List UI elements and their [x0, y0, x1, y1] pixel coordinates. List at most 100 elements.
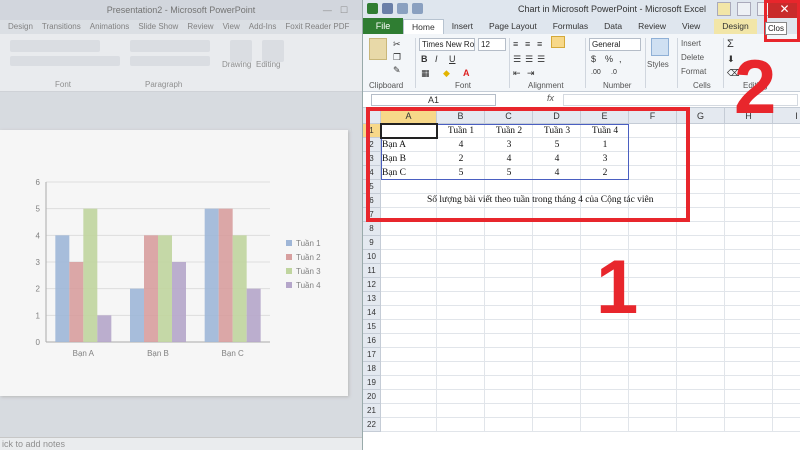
grid-cell[interactable] — [437, 222, 485, 236]
grid-cell[interactable] — [773, 138, 800, 152]
bar[interactable] — [158, 235, 172, 342]
grid-cell[interactable] — [533, 320, 581, 334]
grid-cell[interactable] — [533, 404, 581, 418]
row-header[interactable]: 17 — [363, 348, 381, 362]
grid-cell[interactable] — [581, 404, 629, 418]
redo-icon[interactable] — [412, 3, 423, 14]
row-header[interactable]: 16 — [363, 334, 381, 348]
cut-icon[interactable]: ✂ — [393, 38, 401, 50]
underline-icon[interactable]: U — [449, 53, 456, 65]
notes-pane[interactable]: ick to add notes — [0, 437, 362, 450]
increase-decimal-icon[interactable]: .00 — [591, 67, 601, 79]
grid-cell[interactable] — [581, 222, 629, 236]
grid-cell[interactable] — [485, 306, 533, 320]
grid-cell[interactable] — [725, 264, 773, 278]
bar[interactable] — [130, 288, 144, 342]
align-center-icon[interactable]: ☰ — [525, 53, 533, 65]
insert-function-icon[interactable]: fx — [547, 93, 554, 103]
grid-cell[interactable] — [677, 250, 725, 264]
ppt-tab-4[interactable]: Review — [187, 20, 213, 34]
grid-cell[interactable] — [773, 306, 800, 320]
save-icon[interactable] — [382, 3, 393, 14]
grid-cell[interactable] — [725, 390, 773, 404]
grid-cell[interactable] — [485, 390, 533, 404]
grid-cell[interactable] — [677, 376, 725, 390]
row-header[interactable]: 13 — [363, 292, 381, 306]
styles-icon[interactable] — [651, 38, 669, 56]
grid-cell[interactable] — [437, 362, 485, 376]
grid-cell[interactable] — [533, 264, 581, 278]
grid-cell[interactable] — [725, 208, 773, 222]
align-left-icon[interactable]: ☰ — [513, 53, 521, 65]
grid-cell[interactable] — [533, 362, 581, 376]
grid-cell[interactable] — [533, 250, 581, 264]
grid-cell[interactable] — [581, 348, 629, 362]
bar[interactable] — [246, 288, 261, 342]
font-format-buttons[interactable] — [10, 56, 120, 66]
row-header[interactable]: 8 — [363, 222, 381, 236]
grid-cell[interactable] — [381, 278, 437, 292]
row-header[interactable]: 19 — [363, 376, 381, 390]
grid-cell[interactable] — [381, 390, 437, 404]
grid-cell[interactable] — [629, 376, 677, 390]
grid-cell[interactable] — [773, 180, 800, 194]
grid-cell[interactable] — [381, 334, 437, 348]
grid-cell[interactable] — [677, 320, 725, 334]
row-header[interactable]: 20 — [363, 390, 381, 404]
grid-cell[interactable] — [437, 306, 485, 320]
grid-cell[interactable] — [677, 222, 725, 236]
row-header[interactable]: 10 — [363, 250, 381, 264]
grid-cell[interactable] — [629, 348, 677, 362]
insert-cells-button[interactable]: Insert — [681, 39, 701, 48]
grid-cell[interactable] — [581, 334, 629, 348]
bar[interactable] — [232, 235, 247, 342]
grid-cell[interactable] — [773, 124, 800, 138]
grid-cell[interactable] — [773, 250, 800, 264]
grid-cell[interactable] — [485, 348, 533, 362]
ppt-tab-3[interactable]: Slide Show — [138, 20, 178, 34]
grid-cell[interactable] — [725, 362, 773, 376]
grid-cell[interactable] — [533, 418, 581, 432]
ppt-tab-0[interactable]: Design — [8, 20, 33, 34]
grid-cell[interactable] — [629, 334, 677, 348]
excel-tab-home[interactable]: Home — [403, 19, 444, 34]
format-painter-icon[interactable]: ✎ — [393, 64, 401, 76]
align-middle-icon[interactable]: ≡ — [525, 38, 530, 50]
outdent-icon[interactable]: ⇥ — [527, 67, 535, 79]
comma-icon[interactable]: , — [619, 53, 622, 65]
grid-cell[interactable] — [629, 222, 677, 236]
align-bottom-icon[interactable]: ≡ — [537, 38, 542, 50]
grid-cell[interactable] — [381, 348, 437, 362]
grid-cell[interactable] — [773, 404, 800, 418]
alignment-buttons[interactable] — [130, 56, 210, 66]
column-chart[interactable]: 0 1 2 3 4 5 6 Bạn A Bạn B Bạn C Tuần 1 Tuần 2 Tuần 3… — [0, 130, 348, 396]
grid-cell[interactable] — [677, 236, 725, 250]
column-header[interactable]: I — [773, 108, 800, 124]
font-name-box[interactable] — [10, 40, 100, 52]
grid-cell[interactable] — [773, 194, 800, 208]
grid-cell[interactable] — [381, 320, 437, 334]
grid-cell[interactable] — [485, 376, 533, 390]
grid-cell[interactable] — [629, 390, 677, 404]
grid-cell[interactable] — [381, 376, 437, 390]
grid-cell[interactable] — [773, 208, 800, 222]
grid-cell[interactable] — [381, 250, 437, 264]
grid-cell[interactable] — [773, 334, 800, 348]
align-right-icon[interactable]: ☰ — [537, 53, 545, 65]
grid-cell[interactable] — [773, 292, 800, 306]
grid-cell[interactable] — [533, 236, 581, 250]
grid-cell[interactable] — [485, 320, 533, 334]
grid-cell[interactable] — [677, 334, 725, 348]
drawing-icon[interactable] — [230, 40, 252, 62]
grid-cell[interactable] — [725, 180, 773, 194]
grid-cell[interactable] — [725, 152, 773, 166]
grid-cell[interactable] — [725, 418, 773, 432]
grid-cell[interactable] — [773, 236, 800, 250]
grid-cell[interactable] — [437, 348, 485, 362]
file-tab[interactable]: File — [363, 18, 403, 34]
currency-icon[interactable]: $ — [591, 53, 596, 65]
grid-cell[interactable] — [677, 404, 725, 418]
row-header[interactable]: 21 — [363, 404, 381, 418]
grid-cell[interactable] — [581, 376, 629, 390]
paste-icon[interactable] — [369, 38, 387, 60]
